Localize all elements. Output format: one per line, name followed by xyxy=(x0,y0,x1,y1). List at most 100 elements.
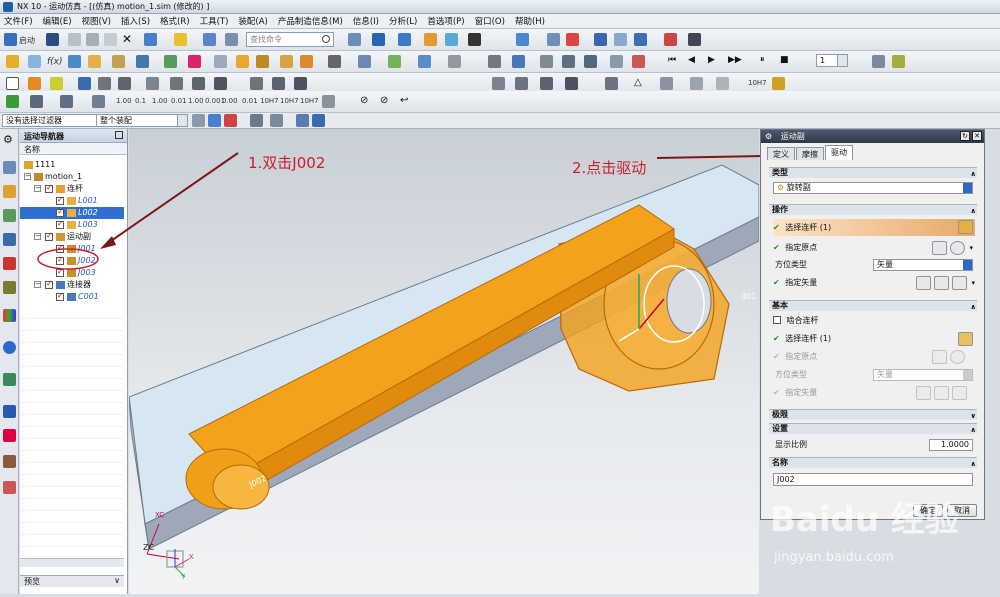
tree-item-connectors[interactable]: − 连接器 xyxy=(20,278,124,291)
point-dialog-icon[interactable] xyxy=(932,241,947,255)
graph-icon[interactable] xyxy=(448,55,461,68)
base-select-link-row[interactable]: ✔ 选择连杆 (1) xyxy=(773,332,975,346)
unite-icon[interactable] xyxy=(250,77,263,90)
menu-format[interactable]: 格式(R) xyxy=(160,15,190,27)
cylinder-icon[interactable] xyxy=(118,77,131,90)
torque-icon[interactable] xyxy=(256,55,269,68)
snap-icon[interactable] xyxy=(566,33,579,46)
close-icon[interactable]: ✕ xyxy=(972,131,982,141)
menu-preferences[interactable]: 首选项(P) xyxy=(427,15,464,27)
start-icon[interactable] xyxy=(4,33,17,46)
tol-10[interactable]: 10H7 xyxy=(280,97,299,105)
menu-tools[interactable]: 工具(T) xyxy=(200,15,229,27)
back-icon[interactable]: ↩ xyxy=(400,95,413,108)
tree-item-j002[interactable]: J002 xyxy=(20,254,124,267)
filter-icon-3[interactable] xyxy=(224,114,237,127)
gear-icon[interactable]: ⚙ xyxy=(765,132,772,141)
animation-icon[interactable] xyxy=(418,55,431,68)
tab-friction[interactable]: 摩擦 xyxy=(796,147,824,160)
force-icon[interactable] xyxy=(236,55,249,68)
horizontal-scrollbar[interactable] xyxy=(20,558,124,567)
plane-icon[interactable] xyxy=(78,77,91,90)
checkbox[interactable] xyxy=(56,242,64,254)
spring-icon[interactable] xyxy=(112,55,125,68)
view-triad-icon[interactable] xyxy=(445,33,458,46)
checkbox[interactable] xyxy=(56,254,64,266)
frame-select[interactable]: 1 xyxy=(816,54,848,67)
res-icon-6[interactable] xyxy=(3,281,16,294)
delete-icon[interactable]: ✕ xyxy=(122,33,135,46)
res-icon-12[interactable] xyxy=(3,455,16,468)
search-input[interactable]: 查找命令 xyxy=(246,32,334,47)
menu-help[interactable]: 帮助(H) xyxy=(515,15,545,27)
action-section-header[interactable]: 操作 ∧ xyxy=(769,204,977,215)
bushing-icon[interactable] xyxy=(300,55,313,68)
menu-analysis[interactable]: 分析(L) xyxy=(389,15,417,27)
rectangle-icon[interactable] xyxy=(6,77,19,90)
res-icon-2[interactable] xyxy=(3,185,16,198)
cone-icon[interactable] xyxy=(146,77,159,90)
filter-icon-7[interactable] xyxy=(312,114,325,127)
save-icon[interactable] xyxy=(46,33,59,46)
fit-view-icon[interactable] xyxy=(348,33,361,46)
dim-radial-icon[interactable] xyxy=(92,95,105,108)
tol-8[interactable]: 0.01 xyxy=(242,97,258,105)
undo-icon[interactable] xyxy=(144,33,157,46)
menu-edit[interactable]: 编辑(E) xyxy=(43,15,72,27)
collapse-icon[interactable]: − xyxy=(34,185,41,192)
vector-dialog-icon[interactable] xyxy=(934,276,949,290)
orient-view-icon[interactable] xyxy=(372,33,385,46)
tol-3[interactable]: 1.00 xyxy=(152,97,168,105)
checkbox[interactable] xyxy=(56,266,64,278)
no-tol-icon[interactable]: ⊘ xyxy=(380,95,393,108)
joint-icon[interactable] xyxy=(68,55,81,68)
tol-11[interactable]: 10H7 xyxy=(300,97,319,105)
menu-window[interactable]: 窗口(O) xyxy=(475,15,505,27)
trace-icon[interactable] xyxy=(488,55,501,68)
select-link-icon[interactable] xyxy=(958,220,973,234)
res-icon-8[interactable] xyxy=(3,341,16,354)
play-icon[interactable]: ▶ xyxy=(708,55,721,68)
constraint-icon[interactable] xyxy=(328,55,341,68)
base-section-header[interactable]: 基本 ∧ xyxy=(769,300,977,311)
transform-icon[interactable] xyxy=(594,33,607,46)
sensor-icon[interactable] xyxy=(214,55,227,68)
marker-icon[interactable] xyxy=(188,55,201,68)
collapse-icon[interactable]: − xyxy=(34,281,41,288)
revolve-icon[interactable] xyxy=(214,77,227,90)
step-back-icon[interactable]: ◀ xyxy=(688,55,701,68)
flag-icon[interactable] xyxy=(892,55,905,68)
filter-icon-6[interactable] xyxy=(296,114,309,127)
res-icon-4[interactable] xyxy=(3,233,16,246)
hole-icon[interactable] xyxy=(540,77,553,90)
check-icon[interactable] xyxy=(6,95,19,108)
checkbox[interactable] xyxy=(45,182,53,194)
block-icon[interactable] xyxy=(98,77,111,90)
measure-motion-icon[interactable] xyxy=(540,55,553,68)
orient-type-select[interactable]: 矢量 xyxy=(873,259,973,271)
assembly-scope-select[interactable]: 整个装配 xyxy=(96,114,188,127)
res-icon-7[interactable] xyxy=(3,309,16,322)
curve-icon[interactable] xyxy=(358,55,371,68)
tree-item-j001[interactable]: J001 xyxy=(20,242,124,255)
mesh-link-row[interactable]: 啮合连杆 xyxy=(773,314,975,328)
tree-item-joints[interactable]: − 运动副 xyxy=(20,230,124,243)
menu-assembly[interactable]: 装配(A) xyxy=(238,15,267,27)
graphics-viewport[interactable]: J002 001 ZC XC X Y xyxy=(128,129,760,594)
filter-icon-2[interactable] xyxy=(208,114,221,127)
res-icon-9[interactable] xyxy=(3,373,16,386)
function-icon[interactable]: f(x) xyxy=(47,57,63,67)
export-icon[interactable] xyxy=(610,55,623,68)
tree-item-l003[interactable]: L003 xyxy=(20,218,124,231)
filter-icon-5[interactable] xyxy=(270,114,283,127)
link-icon[interactable] xyxy=(28,55,41,68)
tree-item-c001[interactable]: C001 xyxy=(20,290,124,303)
sketch-icon[interactable] xyxy=(6,55,19,68)
datum-icon[interactable] xyxy=(660,77,673,90)
res-icon-3[interactable] xyxy=(3,209,16,222)
settings-section-header[interactable]: 设置 ∧ xyxy=(769,423,977,434)
tol-1[interactable]: 1.00 xyxy=(116,97,132,105)
command-finder-icon[interactable] xyxy=(203,33,216,46)
stop-icon[interactable]: ■ xyxy=(780,55,793,68)
gear-icon[interactable]: ⚙ xyxy=(3,133,16,146)
